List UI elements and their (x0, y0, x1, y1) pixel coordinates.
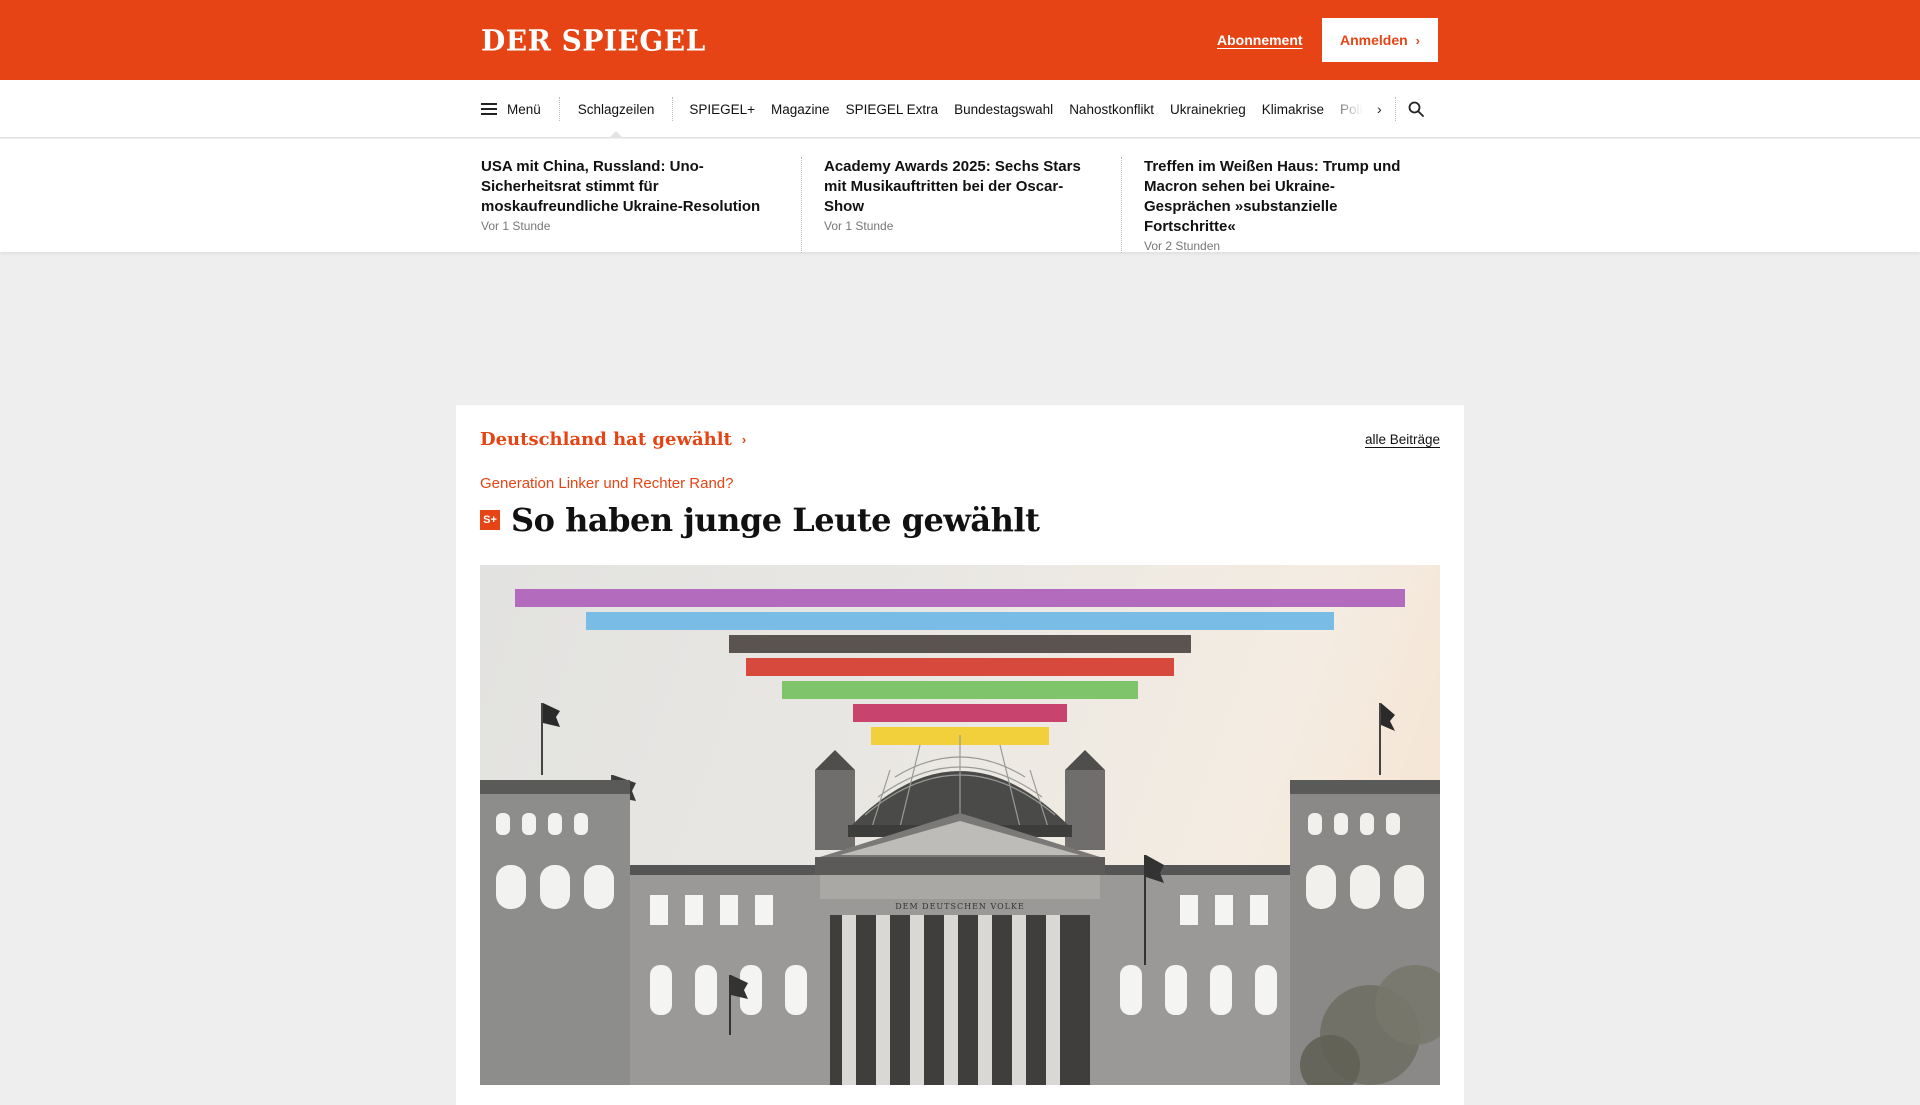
nav-item-klimakrise[interactable]: Klimakrise (1262, 102, 1324, 117)
article-card: Deutschland hat gewählt › alle Beiträge … (456, 405, 1464, 1105)
color-bar (782, 681, 1138, 699)
chevron-right-icon: › (741, 432, 747, 447)
nav-item-bundestagswahl[interactable]: Bundestagswahl (954, 102, 1053, 117)
teaser-title: Academy Awards 2025: Sechs Stars mit Mus… (824, 158, 1081, 215)
site-logo[interactable]: DER SPIEGEL (481, 23, 706, 58)
menu-button[interactable]: Menü (481, 102, 559, 117)
color-bar (746, 658, 1174, 676)
teaser-title: USA mit China, Russland: Uno-Sicherheits… (481, 158, 761, 215)
section-link[interactable]: Deutschland hat gewählt › (480, 429, 746, 450)
hamburger-icon (481, 103, 497, 115)
all-articles-link[interactable]: alle Beiträge (1365, 432, 1440, 447)
nav-item-politik[interactable]: Politik (1340, 102, 1363, 117)
color-bar (586, 612, 1334, 630)
nav-item-ukrainekrieg[interactable]: Ukrainekrieg (1170, 102, 1246, 117)
nav-item-spiegel-extra[interactable]: SPIEGEL Extra (846, 102, 939, 117)
inscription-text: DEM DEUTSCHEN VOLKE (895, 902, 1025, 911)
color-bar (853, 704, 1067, 722)
flag-icon (1381, 703, 1395, 731)
chevron-right-icon[interactable]: › (1363, 101, 1395, 117)
site-header: DER SPIEGEL Abonnement Anmelden › (0, 0, 1920, 80)
teaser-time: Vor 2 Stunden (1144, 239, 1221, 253)
party-bars (515, 589, 1405, 745)
nav-item-spiegel-plus[interactable]: SPIEGEL+ (689, 102, 755, 117)
section-title: Deutschland hat gewählt (480, 429, 732, 450)
spiegel-plus-badge: S+ (480, 510, 500, 530)
teaser-item[interactable]: USA mit China, Russland: Uno-Sicherheits… (481, 157, 801, 253)
teaser-item[interactable]: Treffen im Weißen Haus: Trump und Macron… (1121, 157, 1441, 253)
search-button[interactable] (1396, 101, 1436, 117)
hero-image[interactable]: DEM DEUTSCHEN VOLKE (480, 565, 1440, 1085)
menu-label: Menü (507, 101, 541, 117)
search-icon (1408, 101, 1425, 117)
teaser-item[interactable]: Academy Awards 2025: Sechs Stars mit Mus… (801, 157, 1121, 253)
nav-item-schlagzeilen[interactable]: Schlagzeilen (560, 102, 673, 137)
article-headline: So haben junge Leute gewählt (511, 501, 1040, 539)
nav-item-magazine[interactable]: Magazine (771, 102, 830, 117)
nav-item-list: SPIEGEL+ Magazine SPIEGEL Extra Bundesta… (673, 101, 1364, 117)
flag-icon (543, 703, 560, 727)
reichstag-illustration: DEM DEUTSCHEN VOLKE (480, 589, 1440, 1085)
teaser-title: Treffen im Weißen Haus: Trump und Macron… (1144, 158, 1401, 235)
teaser-time: Vor 1 Stunde (824, 219, 894, 233)
subscription-link[interactable]: Abonnement (1217, 32, 1303, 48)
article-headline-link[interactable]: S+ So haben junge Leute gewählt (480, 501, 1040, 539)
article-kicker: Generation Linker und Rechter Rand? (480, 475, 734, 492)
nav-item-nahostkonflikt[interactable]: Nahostkonflikt (1069, 102, 1154, 117)
color-bar (515, 589, 1405, 607)
headline-teaser-bar: USA mit China, Russland: Uno-Sicherheits… (0, 139, 1920, 253)
login-button-label: Anmelden (1339, 32, 1408, 48)
teaser-time: Vor 1 Stunde (481, 219, 551, 233)
main-navigation: Menü Schlagzeilen SPIEGEL+ Magazine SPIE… (0, 80, 1920, 138)
login-button[interactable]: Anmelden › (1322, 18, 1438, 62)
chevron-right-icon: › (1415, 32, 1421, 48)
color-bar (729, 635, 1191, 653)
